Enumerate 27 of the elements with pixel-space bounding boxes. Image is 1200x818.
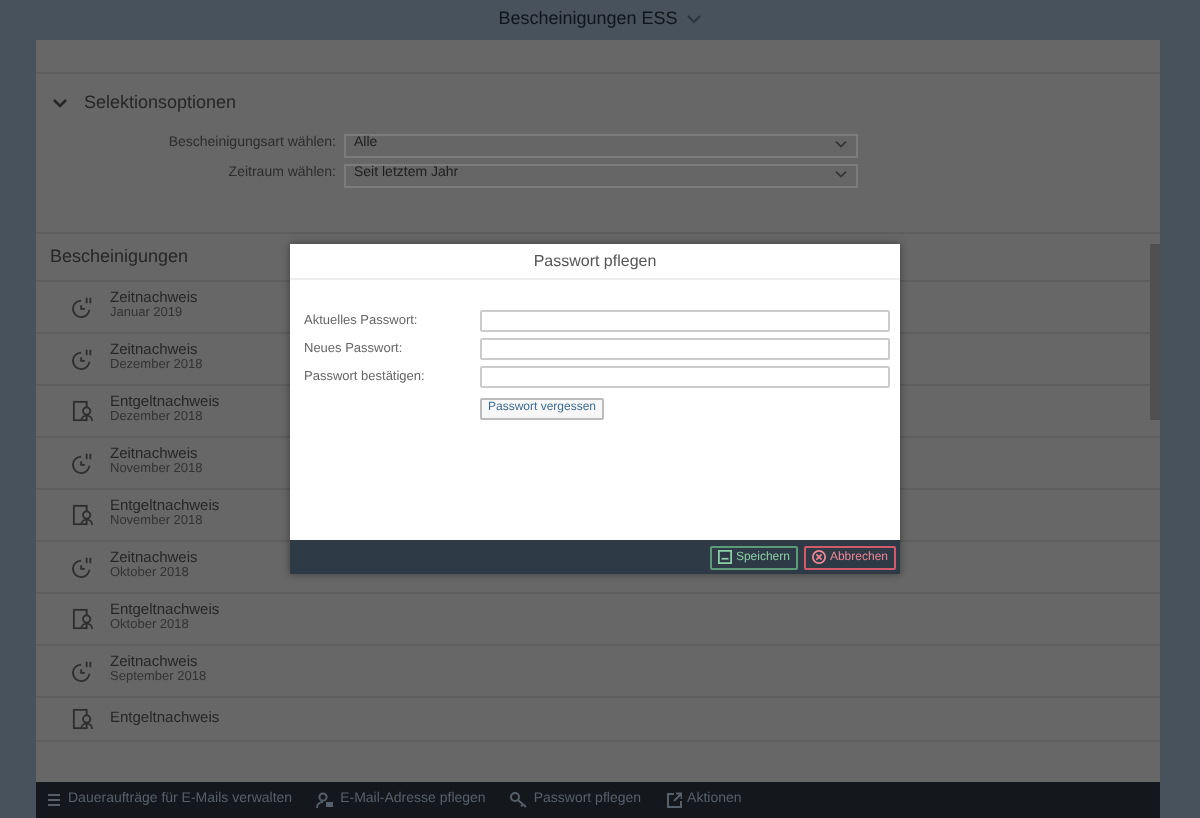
password-field[interactable] — [480, 338, 890, 360]
chevron-down-icon[interactable] — [52, 97, 68, 110]
chevron-down-icon — [834, 170, 848, 180]
chevron-down-icon — [834, 140, 848, 150]
person-icon — [316, 792, 335, 808]
clock-icon — [72, 296, 94, 318]
person-document-icon — [72, 400, 94, 422]
cancel-icon — [811, 550, 826, 564]
person-document-icon — [72, 708, 94, 730]
password-field[interactable] — [480, 310, 890, 332]
section-title: Bescheinigungen — [50, 243, 189, 270]
save-icon — [717, 550, 732, 564]
share-icon — [665, 792, 682, 808]
chevron-down-icon[interactable] — [685, 14, 702, 26]
section-title[interactable]: Selektionsoptionen — [84, 90, 237, 117]
person-document-icon — [72, 504, 94, 526]
app-title[interactable]: Bescheinigungen ESS — [498, 6, 678, 34]
dialog-title: Passwort pflegen — [533, 249, 657, 273]
scrollbar[interactable] — [1150, 244, 1160, 420]
key-icon — [509, 792, 528, 808]
clock-icon — [72, 660, 94, 682]
password-field[interactable] — [480, 366, 890, 388]
person-document-icon — [72, 608, 94, 630]
clock-icon — [72, 452, 94, 474]
clock-icon — [72, 556, 94, 578]
list-icon — [46, 792, 62, 808]
clock-icon — [72, 348, 94, 370]
